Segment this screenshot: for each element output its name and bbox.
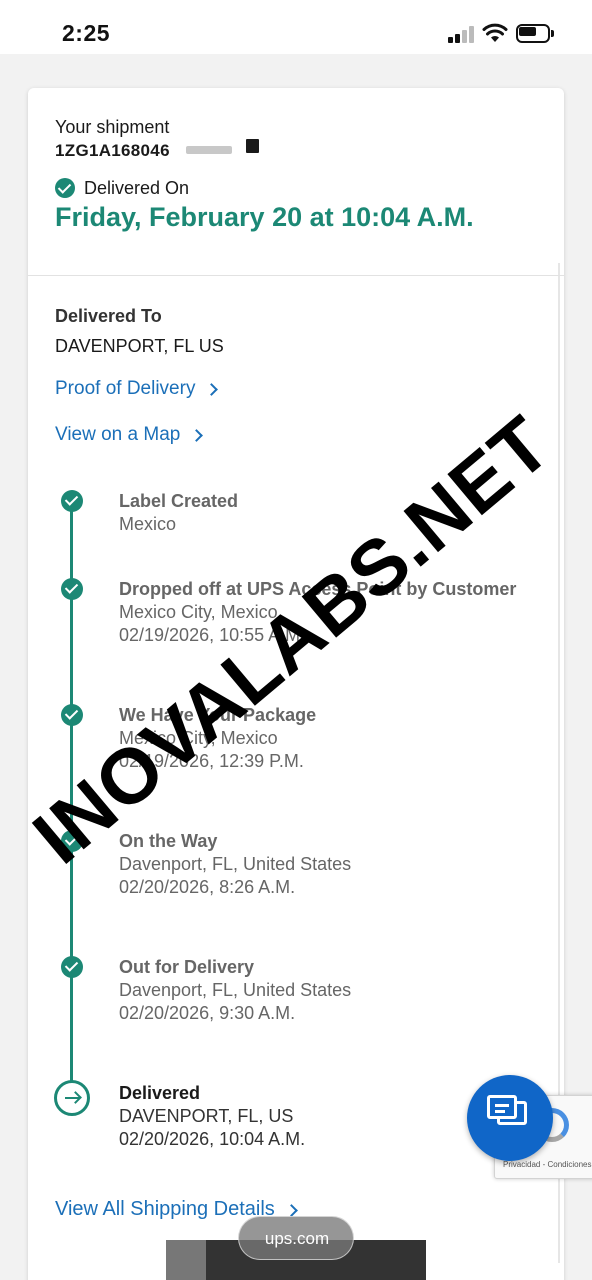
- chevron-right-icon: [284, 1203, 298, 1217]
- proof-of-delivery-label: Proof of Delivery: [55, 378, 196, 399]
- tracking-number: 1ZG1A168046: [55, 141, 170, 160]
- recaptcha-links[interactable]: Privacidad - Condiciones: [503, 1160, 592, 1169]
- redaction-mark: [246, 139, 259, 153]
- battery-icon: [516, 24, 554, 43]
- status-bar: 2:25: [0, 0, 592, 54]
- view-all-label: View All Shipping Details: [55, 1198, 275, 1220]
- event-title: Out for Delivery: [119, 957, 255, 977]
- divider: [28, 275, 564, 276]
- signal-icon: [448, 26, 476, 43]
- event-location: Davenport, FL, United States: [119, 854, 352, 874]
- view-on-map-label: View on a Map: [55, 424, 181, 445]
- browser-url-pill[interactable]: ups.com: [238, 1216, 354, 1260]
- event-location: Davenport, FL, United States: [119, 980, 352, 1000]
- check-circle-icon: [61, 490, 83, 512]
- delivered-to-value: DAVENPORT, FL US: [55, 336, 224, 356]
- view-on-map-link[interactable]: View on a Map: [55, 424, 204, 446]
- status-time: 2:25: [62, 20, 111, 46]
- chevron-right-icon: [205, 383, 219, 396]
- chevron-right-icon: [190, 429, 204, 442]
- redaction-mark: [186, 146, 232, 154]
- proof-of-delivery-link[interactable]: Proof of Delivery: [55, 378, 219, 400]
- timeline-event: On the Way Davenport, FL, United States …: [119, 829, 559, 899]
- delivered-date: Friday, February 20 at 10:04 A.M.: [55, 202, 474, 232]
- check-circle-icon: [61, 578, 83, 600]
- chat-button[interactable]: [467, 1075, 553, 1161]
- timeline-event: Out for Delivery Davenport, FL, United S…: [119, 955, 559, 1025]
- check-circle-icon: [55, 178, 75, 198]
- delivered-to-heading: Delivered To: [55, 306, 162, 326]
- browser-url: ups.com: [264, 1229, 330, 1248]
- event-timestamp: 02/20/2026, 9:30 A.M.: [119, 1003, 296, 1023]
- check-circle-icon: [61, 956, 83, 978]
- wifi-icon: [482, 23, 508, 42]
- arrow-right-circle-icon: [54, 1080, 90, 1116]
- event-title: On the Way: [119, 831, 218, 851]
- event-timestamp: 02/20/2026, 8:26 A.M.: [119, 877, 296, 897]
- delivery-status: Delivered On: [55, 177, 189, 199]
- check-circle-icon: [61, 704, 83, 726]
- shipment-label: Your shipment: [55, 117, 170, 137]
- status-label: Delivered On: [84, 177, 190, 198]
